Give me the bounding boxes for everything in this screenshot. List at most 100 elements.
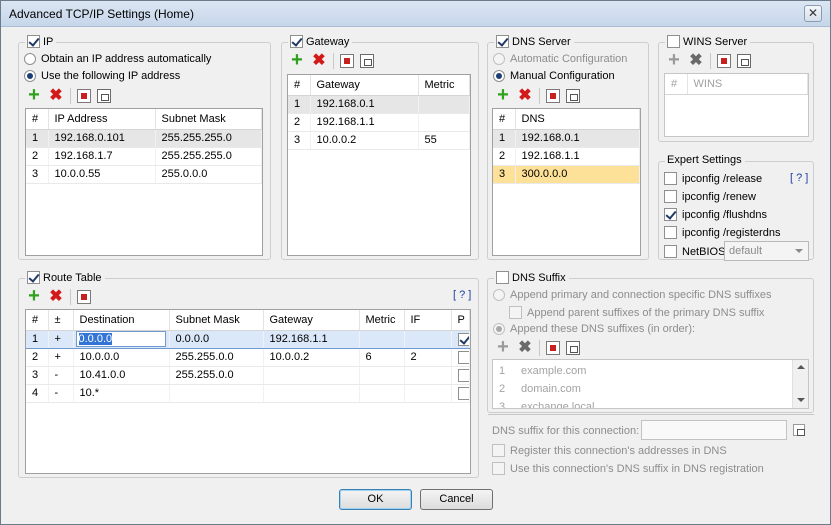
copy-icon[interactable] xyxy=(97,89,111,103)
copy-icon[interactable] xyxy=(360,54,374,68)
table-row[interactable]: 3 10.0.0.55 255.0.0.0 xyxy=(26,165,262,184)
cell[interactable] xyxy=(359,366,405,385)
persistent-checkbox[interactable] xyxy=(457,368,469,382)
persistent-checkbox[interactable] xyxy=(457,350,469,364)
renew-checkbox[interactable] xyxy=(664,190,677,203)
cell[interactable]: 192.168.0.1 xyxy=(515,129,640,148)
cell[interactable] xyxy=(418,95,470,114)
ok-button[interactable]: OK xyxy=(339,489,412,510)
register-option[interactable]: Register this connection's addresses in … xyxy=(492,444,727,457)
table-row[interactable]: 2 192.168.1.1 xyxy=(288,113,470,132)
obtain-auto-radio[interactable] xyxy=(24,53,36,65)
persistent-cell[interactable] xyxy=(451,384,470,403)
cell[interactable]: - xyxy=(48,384,74,403)
column-header[interactable]: # xyxy=(493,109,516,130)
dns-suffix-list[interactable]: 1 example.com 2 domain.com 3 exchange.lo… xyxy=(492,359,809,409)
route-table-enable-checkbox[interactable] xyxy=(27,271,40,284)
column-header[interactable]: Metric xyxy=(418,75,470,96)
copy-icon[interactable] xyxy=(566,89,580,103)
cell[interactable] xyxy=(359,329,405,349)
column-header[interactable]: IF xyxy=(404,310,452,331)
ip-enable-checkbox[interactable] xyxy=(27,35,40,48)
destination-edit-text[interactable]: 0.0.0.0 xyxy=(78,333,113,345)
clear-icon[interactable] xyxy=(340,54,354,68)
cell[interactable]: 255.255.255.0 xyxy=(155,129,262,148)
cell[interactable]: 10.41.0.0 xyxy=(73,366,170,385)
append-primary-option[interactable]: Append primary and connection specific D… xyxy=(493,289,772,301)
table-row[interactable]: 2 192.168.1.1 xyxy=(493,147,640,166)
clear-icon[interactable] xyxy=(546,89,560,103)
column-header[interactable]: # xyxy=(665,74,688,95)
gateway-enable-checkbox[interactable] xyxy=(290,35,303,48)
cell[interactable] xyxy=(169,384,264,403)
add-icon[interactable]: + xyxy=(666,50,682,70)
cell[interactable]: 192.168.1.1 xyxy=(515,147,640,166)
clear-icon[interactable] xyxy=(546,341,560,355)
netbios-select[interactable]: default xyxy=(724,241,809,261)
cell[interactable]: - xyxy=(48,366,74,385)
table-row-selected[interactable]: 1 + 0.0.0.0 0.0.0.0 192.168.1.1 xyxy=(26,329,470,349)
list-item[interactable]: domain.com xyxy=(521,383,581,395)
table-row[interactable]: 1 192.168.0.1 xyxy=(288,95,470,114)
persistent-checkbox[interactable] xyxy=(457,332,469,346)
use-following-option[interactable]: Use the following IP address xyxy=(24,70,180,82)
use-following-radio[interactable] xyxy=(24,70,36,82)
dns-manual-radio[interactable] xyxy=(493,70,505,82)
cell[interactable]: 10.0.0.0 xyxy=(73,348,170,367)
wins-table[interactable]: # WINS xyxy=(664,73,809,137)
table-row[interactable]: 3 - 10.41.0.0 255.255.0.0 xyxy=(26,366,470,385)
list-item[interactable]: example.com xyxy=(521,365,586,377)
append-parent-checkbox[interactable] xyxy=(509,306,522,319)
cell[interactable]: 55 xyxy=(418,131,470,150)
expert-option-registerdns[interactable]: ipconfig /registerdns xyxy=(664,226,780,239)
table-row[interactable]: 2 192.168.1.7 255.255.255.0 xyxy=(26,147,262,166)
use-suffix-registration-checkbox[interactable] xyxy=(492,462,505,475)
cell[interactable]: 255.255.0.0 xyxy=(169,348,264,367)
registerdns-checkbox[interactable] xyxy=(664,226,677,239)
close-button[interactable]: ✕ xyxy=(804,5,822,22)
append-these-radio[interactable] xyxy=(493,323,505,335)
add-icon[interactable]: + xyxy=(495,337,511,357)
use-suffix-registration-option[interactable]: Use this connection's DNS suffix in DNS … xyxy=(492,462,764,475)
cell[interactable]: 6 xyxy=(359,348,405,367)
add-icon[interactable]: + xyxy=(26,286,42,306)
destination-editor[interactable]: 0.0.0.0 xyxy=(73,329,170,349)
copy-icon[interactable] xyxy=(566,341,580,355)
persistent-cell[interactable] xyxy=(451,329,470,349)
table-row[interactable]: 2 + 10.0.0.0 255.255.0.0 10.0.0.2 6 2 xyxy=(26,348,470,367)
cell[interactable]: 10.0.0.2 xyxy=(310,131,419,150)
table-row[interactable]: 3 10.0.0.2 55 xyxy=(288,131,470,150)
suffix-for-connection-input[interactable] xyxy=(641,420,787,440)
dns-suffix-enable-checkbox[interactable] xyxy=(496,271,509,284)
add-icon[interactable]: + xyxy=(26,85,42,105)
column-header[interactable]: # xyxy=(26,109,49,130)
column-header[interactable]: # xyxy=(288,75,311,96)
expert-option-release[interactable]: ipconfig /release xyxy=(664,172,762,185)
wins-server-enable-checkbox[interactable] xyxy=(667,35,680,48)
persistent-checkbox[interactable] xyxy=(457,386,469,400)
route-table[interactable]: # ± Destination Subnet Mask Gateway Metr… xyxy=(25,309,471,474)
dns-server-enable-checkbox[interactable] xyxy=(496,35,509,48)
add-icon[interactable]: + xyxy=(289,50,305,70)
column-header[interactable]: Subnet Mask xyxy=(155,109,262,130)
cell[interactable]: 2 xyxy=(404,348,452,367)
cell[interactable]: 255.255.255.0 xyxy=(155,147,262,166)
cell[interactable]: 0.0.0.0 xyxy=(169,329,264,349)
expert-option-netbios[interactable]: NetBIOS xyxy=(664,245,725,258)
flushdns-checkbox[interactable] xyxy=(664,208,677,221)
cell[interactable]: 192.168.0.1 xyxy=(310,95,419,114)
expert-option-flushdns[interactable]: ipconfig /flushdns xyxy=(664,208,767,221)
cell[interactable]: 255.0.0.0 xyxy=(155,165,262,184)
delete-icon[interactable]: ✖ xyxy=(48,88,64,104)
cell[interactable]: 300.0.0.0 xyxy=(515,165,640,184)
add-icon[interactable]: + xyxy=(495,85,511,105)
register-checkbox[interactable] xyxy=(492,444,505,457)
delete-icon[interactable]: ✖ xyxy=(517,340,533,356)
list-item[interactable]: exchange.local xyxy=(521,401,594,408)
column-header[interactable]: Metric xyxy=(359,310,405,331)
clear-icon[interactable] xyxy=(717,54,731,68)
column-header[interactable]: Gateway xyxy=(310,75,419,96)
column-header[interactable]: ± xyxy=(48,310,74,331)
cell[interactable]: 10.* xyxy=(73,384,170,403)
cell[interactable]: 192.168.0.101 xyxy=(48,129,156,148)
